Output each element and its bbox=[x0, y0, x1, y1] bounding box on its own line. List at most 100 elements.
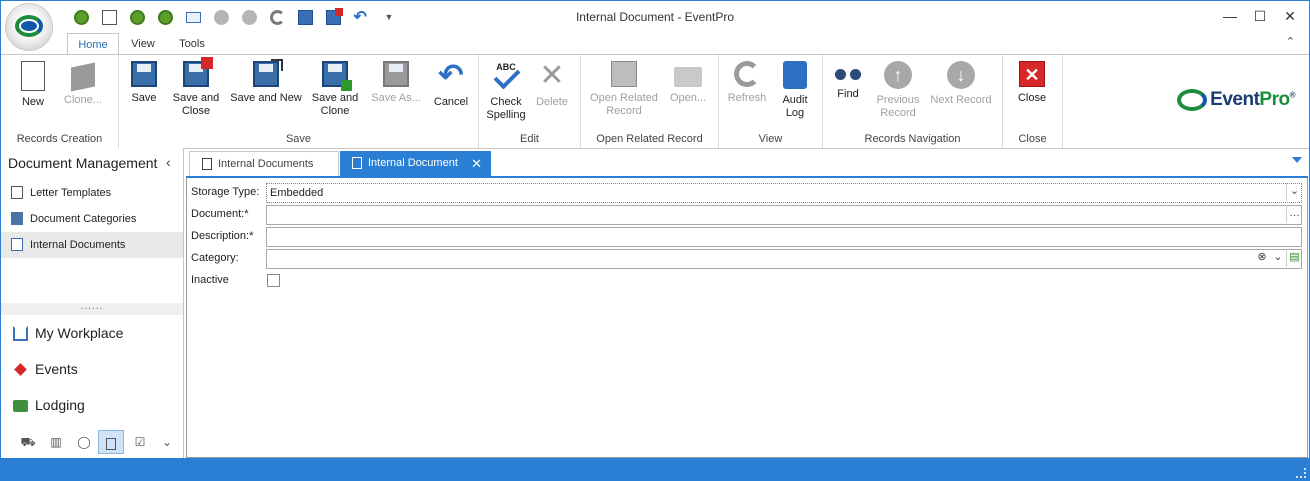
close-tab-icon[interactable]: ✕ bbox=[471, 151, 482, 176]
storage-type-label: Storage Type: bbox=[191, 186, 260, 198]
pin-icon bbox=[14, 363, 27, 376]
new-document-icon bbox=[21, 61, 45, 91]
module-button-2[interactable]: ▥ bbox=[43, 430, 69, 454]
arrow-up-circle-icon: ↑ bbox=[884, 61, 912, 89]
description-row: Description:* bbox=[187, 226, 1305, 248]
title-bar: ↶ ▼ Internal Document - EventPro — ☐ ✕ bbox=[1, 1, 1309, 50]
category-label: Category: bbox=[191, 252, 239, 264]
nav-item-letter-templates[interactable]: Letter Templates bbox=[1, 180, 183, 206]
delete-button[interactable]: ✕ Delete bbox=[533, 59, 571, 109]
spell-check-icon: ABC bbox=[491, 61, 521, 91]
module-button-5[interactable]: ☑ bbox=[127, 430, 153, 454]
new-label: New bbox=[21, 96, 44, 108]
description-field[interactable] bbox=[266, 227, 1302, 247]
nav-item-label: Document Categories bbox=[30, 213, 137, 225]
clear-icon[interactable]: ⊗ bbox=[1254, 249, 1270, 267]
check-spelling-label-2: Spelling bbox=[486, 109, 526, 121]
clone-label: Clone... bbox=[64, 94, 102, 106]
brand-reg: ® bbox=[1289, 90, 1296, 100]
find-button[interactable]: Find bbox=[831, 59, 865, 101]
new-button[interactable]: New bbox=[13, 59, 53, 109]
more-modules-button[interactable]: ⌄ bbox=[154, 430, 180, 454]
navigation-panel: Document Management ‹ Letter Templates D… bbox=[1, 148, 184, 458]
eventpro-brand-logo: EventPro® bbox=[1177, 85, 1296, 115]
close-button[interactable]: ✕ Close bbox=[1015, 59, 1049, 105]
tab-label: Internal Documents bbox=[218, 158, 314, 170]
refresh-button[interactable]: Refresh bbox=[725, 59, 769, 105]
tabs-dropdown-button[interactable] bbox=[1292, 157, 1302, 163]
nav-label: My Workplace bbox=[35, 325, 124, 341]
minimize-button[interactable]: — bbox=[1215, 6, 1245, 26]
collapse-ribbon-button[interactable]: ⌃ bbox=[1286, 35, 1295, 48]
close-icon: ✕ bbox=[1019, 61, 1045, 87]
clone-button[interactable]: Clone... bbox=[59, 59, 107, 107]
add-category-icon[interactable]: ▤ bbox=[1286, 249, 1302, 267]
document-icon bbox=[202, 158, 212, 170]
save-and-new-button[interactable]: Save and New bbox=[229, 59, 303, 105]
cancel-button[interactable]: ↶ Cancel bbox=[431, 59, 471, 109]
group-label: Records Creation bbox=[16, 133, 103, 145]
previous-record-button[interactable]: ↑ Previous Record bbox=[873, 59, 923, 120]
save-and-clone-button[interactable]: Save and Clone bbox=[309, 59, 361, 118]
panel-splitter[interactable]: ...... bbox=[1, 302, 183, 315]
tab-home[interactable]: Home bbox=[67, 33, 119, 55]
resize-grip-icon[interactable] bbox=[1296, 468, 1306, 478]
save-close-icon bbox=[183, 57, 213, 87]
group-label: View bbox=[758, 133, 783, 145]
save-and-close-button[interactable]: Save and Close bbox=[169, 57, 223, 118]
nav-lodging[interactable]: Lodging bbox=[1, 388, 183, 422]
nav-item-label: Letter Templates bbox=[30, 187, 112, 199]
maximize-button[interactable]: ☐ bbox=[1245, 6, 1275, 26]
refresh-icon bbox=[734, 61, 760, 87]
ribbon: New Clone... Records Creation Save Save … bbox=[1, 54, 1309, 149]
nav-my-workplace[interactable]: My Workplace bbox=[1, 316, 183, 350]
next-record-label: Next Record bbox=[930, 94, 992, 106]
audit-log-button[interactable]: Audit Log bbox=[777, 59, 813, 120]
module-button-1[interactable]: ⛟ bbox=[15, 430, 41, 454]
open-button[interactable]: Open... bbox=[665, 59, 711, 105]
document-field[interactable] bbox=[266, 205, 1302, 225]
save-button[interactable]: Save bbox=[127, 59, 161, 105]
save-and-new-label: Save and New bbox=[230, 92, 302, 104]
chevron-down-icon[interactable]: ⌄ bbox=[1286, 183, 1302, 201]
letter-template-icon bbox=[11, 186, 23, 199]
save-and-close-label-1: Save and bbox=[172, 92, 220, 104]
previous-record-label-2: Record bbox=[880, 107, 916, 119]
inactive-checkbox[interactable] bbox=[267, 274, 280, 287]
save-as-button[interactable]: Save As... bbox=[367, 59, 425, 105]
save-new-icon bbox=[253, 59, 283, 87]
module-button-documents[interactable] bbox=[98, 430, 124, 454]
collapse-panel-button[interactable]: ‹ bbox=[166, 154, 171, 170]
group-records-navigation: Find ↑ Previous Record ↓ Next Record Rec… bbox=[823, 55, 1003, 148]
group-edit: ABC Check Spelling ✕ Delete Edit bbox=[479, 55, 581, 148]
close-label: Close bbox=[1017, 92, 1047, 104]
tab-internal-document[interactable]: Internal Document ✕ bbox=[340, 151, 491, 176]
nav-item-document-categories[interactable]: Document Categories bbox=[1, 206, 183, 232]
folder-icon bbox=[674, 67, 702, 87]
nav-events[interactable]: Events bbox=[1, 352, 183, 386]
chevron-down-icon[interactable]: ⌄ bbox=[1270, 249, 1286, 267]
save-as-icon bbox=[383, 61, 409, 87]
related-record-icon bbox=[611, 61, 637, 87]
storage-type-select[interactable]: Embedded bbox=[266, 183, 1302, 203]
document-categories-icon bbox=[11, 212, 23, 225]
nav-item-label: Internal Documents bbox=[30, 239, 126, 251]
open-related-label-1: Open Related bbox=[590, 92, 658, 104]
next-record-button[interactable]: ↓ Next Record bbox=[929, 59, 993, 107]
cancel-label: Cancel bbox=[433, 96, 469, 108]
browse-ellipsis-button[interactable]: … bbox=[1286, 205, 1302, 223]
group-view: Refresh Audit Log View bbox=[719, 55, 823, 148]
document-form: Storage Type: Embedded ⌄ Document:* … De… bbox=[186, 178, 1308, 458]
open-related-record-button[interactable]: Open Related Record bbox=[587, 59, 661, 118]
tab-internal-documents[interactable]: Internal Documents bbox=[189, 151, 339, 176]
category-field[interactable] bbox=[266, 249, 1302, 269]
tab-view[interactable]: View bbox=[123, 33, 163, 55]
check-spelling-label-1: Check bbox=[490, 96, 522, 108]
tab-tools[interactable]: Tools bbox=[171, 33, 213, 55]
module-button-3[interactable]: ◯ bbox=[71, 430, 97, 454]
ribbon-tabs: Home View Tools ⌃ bbox=[1, 33, 1309, 55]
nav-item-internal-documents[interactable]: Internal Documents bbox=[1, 232, 183, 258]
close-window-button[interactable]: ✕ bbox=[1275, 6, 1305, 26]
undo-icon: ↶ bbox=[438, 59, 464, 92]
check-spelling-button[interactable]: ABC Check Spelling bbox=[485, 59, 527, 122]
